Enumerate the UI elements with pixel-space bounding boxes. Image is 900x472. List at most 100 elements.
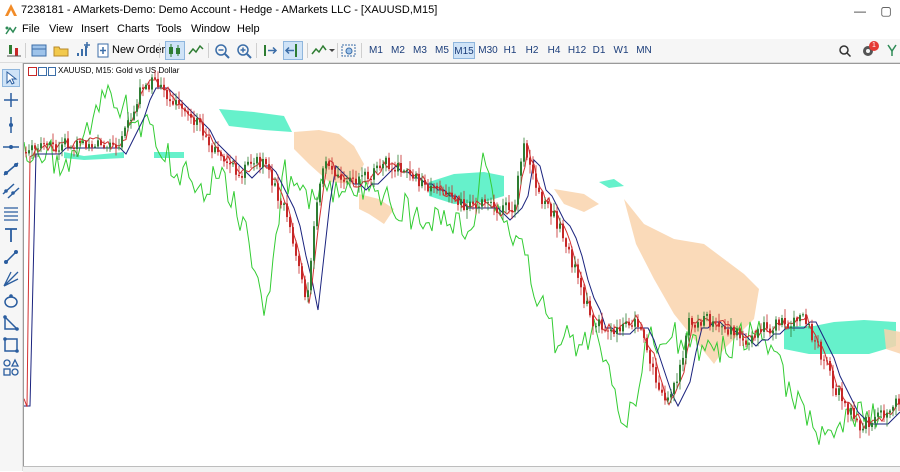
shapes-icon[interactable] [2,292,20,310]
timeframe-mn[interactable]: MN [633,42,655,59]
candle-body [553,211,555,217]
candle-body [703,316,705,326]
timeframe-h4[interactable]: H4 [544,42,564,59]
candle-body [895,398,897,407]
timeframe-m1[interactable]: M1 [366,42,386,59]
title-bar: 7238181 - AMarkets-Demo: Demo Account - … [0,0,900,22]
new-chart-button[interactable] [6,41,22,60]
toolbar-separator [307,43,308,58]
candle-body [262,159,264,168]
menu-file[interactable]: File [22,23,40,35]
add-indicator-icon[interactable] [75,41,91,60]
new-order-button[interactable]: New Order [112,41,165,60]
candle-body [214,147,216,153]
candle-body [145,84,147,90]
horizontal-line-icon[interactable] [2,138,20,156]
candle-body [892,406,894,411]
candle-body [133,111,135,120]
rectangle-icon[interactable] [2,336,20,354]
candle-body [826,360,828,362]
candle-body [832,370,834,389]
fibonacci-icon[interactable] [2,204,20,222]
vertical-line-icon[interactable] [2,116,20,134]
more-tools-icon[interactable] [2,358,20,376]
zoom-out-icon[interactable] [214,41,230,60]
candle-body [385,157,387,164]
candle-body [547,201,549,204]
candle-body [508,202,510,210]
menu-charts[interactable]: Charts [117,23,149,35]
timeframe-m15[interactable]: M15 [453,42,475,59]
indicators-menu-icon[interactable] [311,41,335,60]
candle-body [64,138,66,145]
chart-window[interactable]: XAUUSD, M15: Gold vs US Dollar [23,63,900,471]
candle-body [208,136,210,146]
timeframe-d1[interactable]: D1 [590,42,608,59]
zoom-in-icon[interactable] [236,41,252,60]
crosshair-icon[interactable] [2,91,20,109]
candle-body [421,180,423,187]
candle-body [418,173,420,187]
candle-body [91,144,93,148]
timeframe-m3[interactable]: M3 [410,42,430,59]
candle-body [283,203,285,205]
arrow-icon[interactable] [2,248,20,266]
timeframe-m5[interactable]: M5 [432,42,452,59]
signal-icon[interactable] [886,41,898,60]
app-menu-icon[interactable] [4,25,18,37]
candle-body [430,185,432,192]
timeframe-h1[interactable]: H1 [501,42,519,59]
timeframe-h12[interactable]: H12 [566,42,588,59]
menu-insert[interactable]: Insert [81,23,109,35]
templates-icon[interactable] [341,41,357,60]
triangle-icon[interactable] [2,314,20,332]
text-icon[interactable] [2,226,20,244]
gann-icon[interactable] [2,270,20,288]
candle-body [739,328,741,339]
candle-body [556,211,558,229]
candle-body [718,322,720,327]
candle-body [592,315,594,327]
menu-view[interactable]: View [49,23,73,35]
menu-bar: File View Insert Charts Tools Window Hel… [0,22,900,39]
candle-body [223,156,225,162]
candle-body [397,163,399,172]
candle-body [772,330,774,334]
candlestick-chart-button[interactable] [165,41,185,60]
candle-body [277,183,279,201]
candle-body [682,357,684,365]
candle-body [424,180,426,185]
candle-body [490,201,492,203]
maximize-button[interactable]: ▢ [874,2,898,20]
minimize-button[interactable]: — [848,2,872,20]
new-order-icon[interactable] [97,41,109,60]
search-icon[interactable] [838,41,852,60]
candle-body [655,367,657,383]
candle-body [679,364,681,382]
menu-tools[interactable]: Tools [156,23,182,35]
candle-body [253,163,255,165]
candle-body [271,169,273,186]
timeframe-m2[interactable]: M2 [388,42,408,59]
candle-body [463,199,465,210]
menu-window[interactable]: Window [191,23,230,35]
menu-help[interactable]: Help [237,23,260,35]
candle-body [40,143,42,149]
chart-shift-icon[interactable] [262,41,278,60]
candle-body [169,99,171,102]
profiles-icon[interactable] [31,41,47,60]
timeframe-w1[interactable]: W1 [611,42,631,59]
candle-body [850,408,852,415]
candle-body [178,100,180,104]
timeframe-h2[interactable]: H2 [522,42,542,59]
open-folder-icon[interactable] [53,41,69,60]
kumo-bull-cloud [64,152,124,160]
candle-body [796,317,798,322]
channel-icon[interactable] [2,182,20,200]
trendline-icon[interactable] [2,160,20,178]
autoscroll-button[interactable] [283,41,303,60]
line-chart-button[interactable] [188,41,204,60]
timeframe-m30[interactable]: M30 [477,42,499,59]
cursor-icon[interactable] [2,69,20,87]
candle-body [382,164,384,169]
